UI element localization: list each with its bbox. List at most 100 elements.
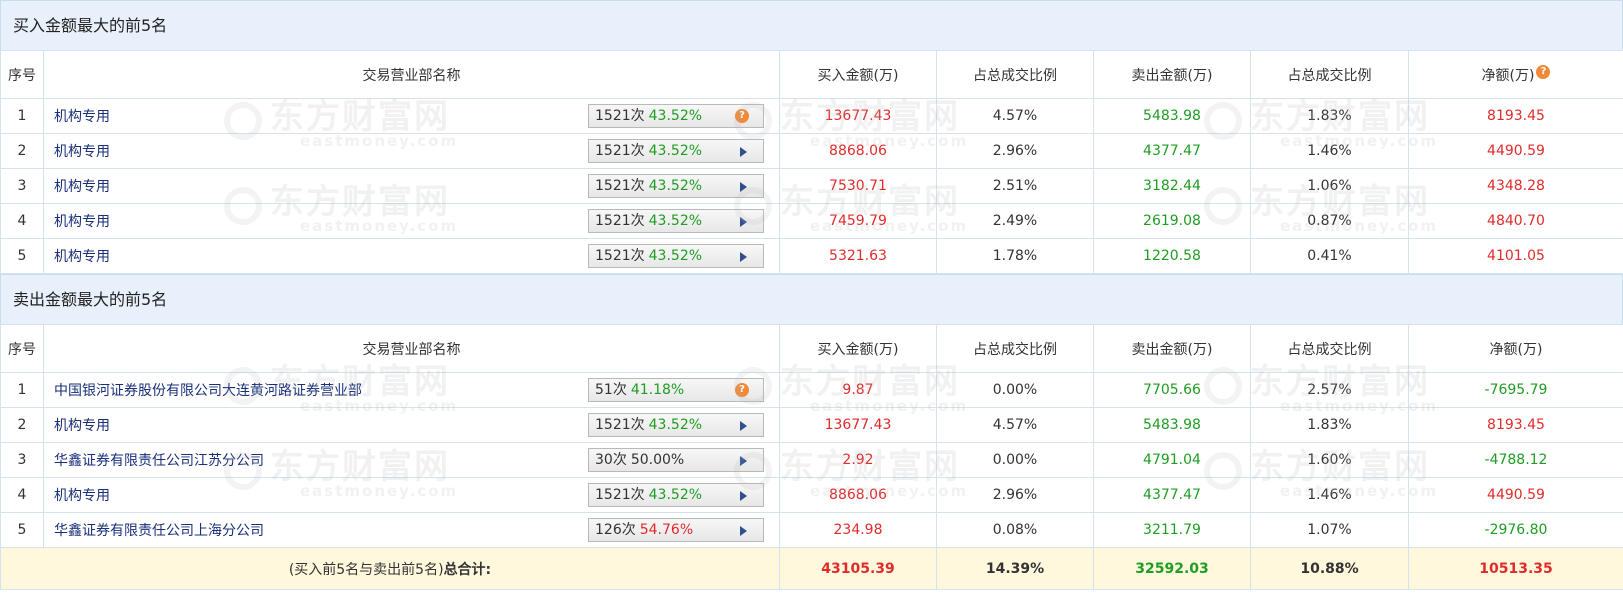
net-amount: 8193.45: [1408, 407, 1623, 443]
branch-cell: 华鑫证券有限责任公司江苏分公司 30次 50.00%: [43, 442, 780, 478]
branch-cell: 机构专用 1521次 43.52%: [43, 238, 780, 274]
buy-amount: 8868.06: [779, 477, 937, 513]
play-arrow-icon[interactable]: [740, 252, 747, 262]
header-sell-ratio[interactable]: 占总成交比例: [1250, 324, 1409, 373]
branch-stats-badge[interactable]: 1521次 43.52%: [588, 244, 764, 268]
sell-ratio: 1.60%: [1250, 442, 1409, 478]
branch-stats-badge[interactable]: 126次 54.76%: [588, 518, 764, 542]
branch-name-link[interactable]: 机构专用: [54, 418, 110, 434]
sell-amount: 4377.47: [1093, 477, 1251, 513]
table-row: 2 机构专用 1521次 43.52% 13677.43 4.57% 5483.98 1.83…: [0, 407, 1623, 443]
header-sell-amount[interactable]: 卖出金额(万): [1093, 50, 1251, 99]
branch-name-link[interactable]: 华鑫证券有限责任公司江苏分公司: [54, 453, 264, 469]
branch-win-rate: 43.52%: [648, 213, 703, 229]
total-buy: 43105.39: [779, 547, 937, 590]
branch-stats-badge[interactable]: 1521次 43.52%: [588, 483, 764, 507]
play-arrow-icon[interactable]: [740, 147, 747, 157]
header-index: 序号: [0, 324, 44, 373]
buy-ratio: 4.57%: [936, 407, 1094, 443]
play-arrow-icon[interactable]: [740, 217, 747, 227]
buy-amount: 7459.79: [779, 203, 937, 239]
net-amount: 4490.59: [1408, 133, 1623, 169]
branch-name-link[interactable]: 机构专用: [54, 144, 110, 160]
header-buy-amount[interactable]: 买入金额(万): [779, 50, 937, 99]
play-arrow-icon[interactable]: [740, 526, 747, 536]
branch-stats-badge[interactable]: 51次 41.18%?: [588, 378, 764, 402]
table-row: 3 华鑫证券有限责任公司江苏分公司 30次 50.00% 2.92 0.00% 4791.0…: [0, 442, 1623, 478]
branch-times: 51次: [595, 382, 627, 398]
row-index: 2: [0, 133, 44, 169]
header-net-amount[interactable]: 净额(万)?: [1408, 50, 1623, 99]
branch-cell: 机构专用 1521次 43.52%: [43, 477, 780, 513]
buy-amount: 2.92: [779, 442, 937, 478]
buy-ratio: 0.00%: [936, 372, 1094, 408]
branch-cell: 华鑫证券有限责任公司上海分公司 126次 54.76%: [43, 512, 780, 548]
help-icon[interactable]: ?: [735, 383, 749, 397]
header-net-amount[interactable]: 净额(万): [1408, 324, 1623, 373]
buy-table-header: 序号 交易营业部名称 买入金额(万) 占总成交比例 卖出金额(万) 占总成交比例…: [0, 50, 1623, 99]
branch-name-link[interactable]: 机构专用: [54, 179, 110, 195]
table-row: 1 中国银河证券股份有限公司大连黄河路证券营业部 51次 41.18%? 9.87 0.0…: [0, 372, 1623, 408]
branch-win-rate: 50.00%: [630, 452, 685, 468]
play-arrow-icon[interactable]: [740, 456, 747, 466]
branch-cell: 机构专用 1521次 43.52%?: [43, 98, 780, 134]
buy-ratio: 0.00%: [936, 442, 1094, 478]
buy-amount: 234.98: [779, 512, 937, 548]
total-label: (买入前5名与卖出前5名)总合计:: [0, 547, 780, 590]
row-index: 5: [0, 238, 44, 274]
help-icon[interactable]: ?: [1536, 64, 1551, 79]
branch-stats-badge[interactable]: 30次 50.00%: [588, 448, 764, 472]
row-index: 4: [0, 477, 44, 513]
header-sell-ratio[interactable]: 占总成交比例: [1250, 50, 1409, 99]
buy-amount: 13677.43: [779, 98, 937, 134]
sell-section-title: 卖出金额最大的前5名: [0, 274, 1623, 324]
branch-stats-badge[interactable]: 1521次 43.52%: [588, 413, 764, 437]
sell-ratio: 2.57%: [1250, 372, 1409, 408]
buy-ratio: 1.78%: [936, 238, 1094, 274]
net-amount: 8193.45: [1408, 98, 1623, 134]
buy-amount: 13677.43: [779, 407, 937, 443]
branch-win-rate: 43.52%: [648, 487, 703, 503]
buy-table: 序号 交易营业部名称 买入金额(万) 占总成交比例 卖出金额(万) 占总成交比例…: [0, 50, 1623, 274]
branch-name-link[interactable]: 机构专用: [54, 214, 110, 230]
branch-name-link[interactable]: 机构专用: [54, 109, 110, 125]
help-icon[interactable]: ?: [735, 109, 749, 123]
buy-amount: 5321.63: [779, 238, 937, 274]
branch-times: 1521次: [595, 417, 645, 433]
branch-cell: 机构专用 1521次 43.52%: [43, 133, 780, 169]
buy-ratio: 2.49%: [936, 203, 1094, 239]
branch-stats-badge[interactable]: 1521次 43.52%: [588, 139, 764, 163]
branch-cell: 中国银河证券股份有限公司大连黄河路证券营业部 51次 41.18%?: [43, 372, 780, 408]
table-row: 4 机构专用 1521次 43.52% 7459.79 2.49% 2619.08 0.87%…: [0, 203, 1623, 239]
branch-win-rate: 43.52%: [648, 143, 703, 159]
sell-amount: 5483.98: [1093, 98, 1251, 134]
buy-ratio: 2.51%: [936, 168, 1094, 204]
header-buy-amount[interactable]: 买入金额(万): [779, 324, 937, 373]
branch-win-rate: 43.52%: [648, 417, 703, 433]
branch-times: 1521次: [595, 248, 645, 264]
header-sell-amount[interactable]: 卖出金额(万): [1093, 324, 1251, 373]
branch-name-link[interactable]: 机构专用: [54, 249, 110, 265]
branch-win-rate: 41.18%: [630, 382, 685, 398]
branch-name-link[interactable]: 中国银河证券股份有限公司大连黄河路证券营业部: [54, 383, 362, 399]
play-arrow-icon[interactable]: [740, 182, 747, 192]
play-arrow-icon[interactable]: [740, 491, 747, 501]
header-buy-ratio[interactable]: 占总成交比例: [936, 50, 1094, 99]
play-arrow-icon[interactable]: [740, 421, 747, 431]
branch-stats-badge[interactable]: 1521次 43.52%: [588, 174, 764, 198]
branch-stats-badge[interactable]: 1521次 43.52%: [588, 209, 764, 233]
header-buy-ratio[interactable]: 占总成交比例: [936, 324, 1094, 373]
row-index: 2: [0, 407, 44, 443]
branch-stats-badge[interactable]: 1521次 43.52%?: [588, 104, 764, 128]
sell-table: 序号 交易营业部名称 买入金额(万) 占总成交比例 卖出金额(万) 占总成交比例…: [0, 324, 1623, 590]
branch-name-link[interactable]: 华鑫证券有限责任公司上海分公司: [54, 523, 264, 539]
row-index: 1: [0, 98, 44, 134]
net-amount: -7695.79: [1408, 372, 1623, 408]
header-index: 序号: [0, 50, 44, 99]
table-row: 3 机构专用 1521次 43.52% 7530.71 2.51% 3182.44 1.06%…: [0, 168, 1623, 204]
total-label-bold: 总合计:: [443, 561, 492, 578]
net-amount: 4101.05: [1408, 238, 1623, 274]
buy-amount: 7530.71: [779, 168, 937, 204]
branch-times: 1521次: [595, 178, 645, 194]
branch-name-link[interactable]: 机构专用: [54, 488, 110, 504]
